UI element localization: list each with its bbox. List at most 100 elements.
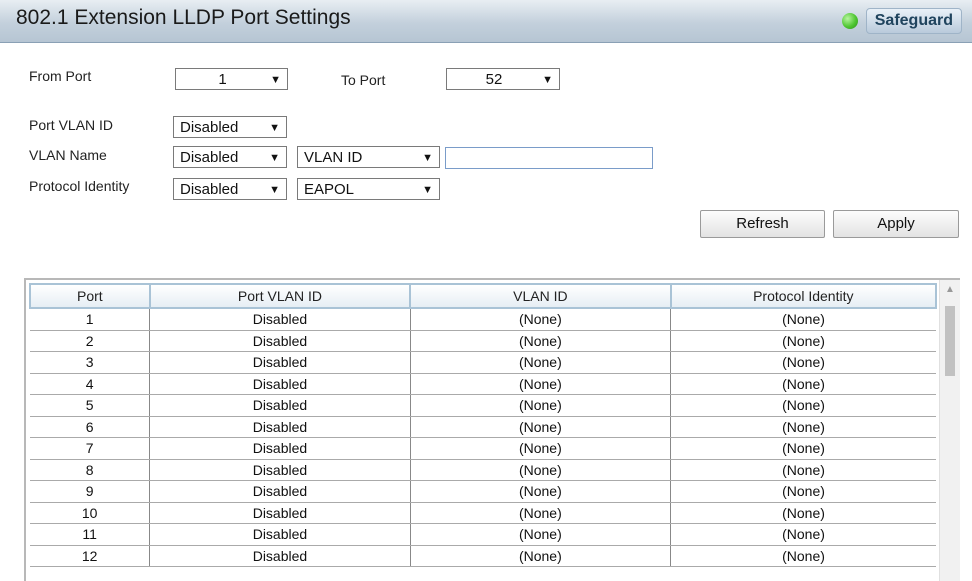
table-row: 12 Disabled (None) (None) bbox=[30, 545, 936, 567]
title-bar: 802.1 Extension LLDP Port Settings Safeg… bbox=[0, 0, 972, 43]
cell-port-vlan-id: Disabled bbox=[149, 394, 411, 417]
column-header-protocol-identity: Protocol Identity bbox=[669, 283, 938, 309]
protocol-identity-value: Disabled bbox=[180, 181, 239, 198]
cell-protocol-identity: (None) bbox=[670, 308, 936, 331]
cell-protocol-identity: (None) bbox=[670, 394, 936, 417]
cell-vlan-id: (None) bbox=[409, 437, 671, 460]
cell-vlan-id: (None) bbox=[409, 480, 671, 503]
cell-port-vlan-id: Disabled bbox=[149, 330, 411, 352]
cell-protocol-identity: (None) bbox=[670, 459, 936, 481]
cell-protocol-identity: (None) bbox=[670, 351, 936, 374]
port-vlan-id-label: Port VLAN ID bbox=[29, 117, 114, 133]
cell-vlan-id: (None) bbox=[409, 308, 671, 331]
port-vlan-id-value: Disabled bbox=[180, 119, 239, 136]
cell-port: 4 bbox=[30, 373, 150, 395]
cell-port: 1 bbox=[30, 308, 150, 331]
to-port-label: To Port bbox=[341, 72, 386, 88]
table-header-row: Port Port VLAN ID VLAN ID Protocol Ident… bbox=[29, 283, 938, 309]
table-row: 7 Disabled (None) (None) bbox=[30, 437, 936, 460]
cell-vlan-id: (None) bbox=[409, 330, 671, 352]
table-row: 4 Disabled (None) (None) bbox=[30, 373, 936, 395]
cell-protocol-identity: (None) bbox=[670, 373, 936, 395]
cell-port: 6 bbox=[30, 416, 150, 438]
refresh-button[interactable]: Refresh bbox=[700, 210, 825, 238]
cell-protocol-identity: (None) bbox=[670, 480, 936, 503]
vlan-name-type-value: VLAN ID bbox=[304, 149, 363, 166]
cell-protocol-identity: (None) bbox=[670, 330, 936, 352]
cell-port: 3 bbox=[30, 351, 150, 374]
protocol-type-value: EAPOL bbox=[304, 181, 355, 198]
vlan-name-select[interactable]: Disabled ▼ bbox=[173, 146, 287, 168]
cell-vlan-id: (None) bbox=[409, 502, 671, 524]
table-row: 3 Disabled (None) (None) bbox=[30, 351, 936, 374]
chevron-down-icon: ▼ bbox=[269, 184, 280, 196]
cell-protocol-identity: (None) bbox=[670, 502, 936, 524]
protocol-identity-label: Protocol Identity bbox=[29, 178, 130, 194]
table-row: 9 Disabled (None) (None) bbox=[30, 480, 936, 503]
chevron-down-icon: ▼ bbox=[422, 184, 433, 196]
cell-port-vlan-id: Disabled bbox=[149, 523, 411, 546]
cell-vlan-id: (None) bbox=[409, 459, 671, 481]
chevron-down-icon: ▼ bbox=[269, 152, 280, 164]
cell-port: 12 bbox=[30, 545, 150, 567]
cell-vlan-id: (None) bbox=[409, 416, 671, 438]
cell-port: 11 bbox=[30, 523, 150, 546]
port-vlan-id-select[interactable]: Disabled ▼ bbox=[173, 116, 287, 138]
cell-port-vlan-id: Disabled bbox=[149, 351, 411, 374]
vlan-name-label: VLAN Name bbox=[29, 147, 107, 163]
apply-button[interactable]: Apply bbox=[833, 210, 959, 238]
cell-port-vlan-id: Disabled bbox=[149, 416, 411, 438]
from-port-value: 1 bbox=[218, 71, 227, 88]
protocol-identity-select[interactable]: Disabled ▼ bbox=[173, 178, 287, 200]
chevron-down-icon: ▼ bbox=[270, 74, 281, 86]
cell-port: 7 bbox=[30, 437, 150, 460]
port-settings-table: Port Port VLAN ID VLAN ID Protocol Ident… bbox=[29, 283, 938, 567]
cell-port: 8 bbox=[30, 459, 150, 481]
chevron-down-icon: ▼ bbox=[269, 122, 280, 134]
vlan-name-value: Disabled bbox=[180, 149, 239, 166]
cell-port-vlan-id: Disabled bbox=[149, 437, 411, 460]
status-dot-icon bbox=[841, 13, 858, 29]
cell-port: 9 bbox=[30, 480, 150, 503]
cell-vlan-id: (None) bbox=[409, 394, 671, 417]
safeguard-indicator: Safeguard bbox=[841, 8, 962, 34]
table-row: 11 Disabled (None) (None) bbox=[30, 523, 936, 546]
column-header-port: Port bbox=[29, 283, 151, 309]
chevron-down-icon: ▼ bbox=[422, 152, 433, 164]
cell-protocol-identity: (None) bbox=[670, 523, 936, 546]
protocol-type-select[interactable]: EAPOL ▼ bbox=[297, 178, 440, 200]
cell-port-vlan-id: Disabled bbox=[149, 545, 411, 567]
table-scrollbar[interactable]: ▲ bbox=[939, 280, 960, 581]
table-row: 2 Disabled (None) (None) bbox=[30, 330, 936, 352]
table-row: 5 Disabled (None) (None) bbox=[30, 394, 936, 417]
cell-protocol-identity: (None) bbox=[670, 416, 936, 438]
scroll-up-arrow-icon[interactable]: ▲ bbox=[940, 284, 960, 295]
vlan-name-input[interactable] bbox=[445, 147, 653, 169]
cell-vlan-id: (None) bbox=[409, 545, 671, 567]
table-row: 10 Disabled (None) (None) bbox=[30, 502, 936, 524]
cell-port: 2 bbox=[30, 330, 150, 352]
to-port-value: 52 bbox=[485, 71, 503, 88]
vlan-name-type-select[interactable]: VLAN ID ▼ bbox=[297, 146, 440, 168]
cell-port-vlan-id: Disabled bbox=[149, 480, 411, 503]
cell-protocol-identity: (None) bbox=[670, 437, 936, 460]
safeguard-badge: Safeguard bbox=[865, 8, 962, 34]
table-row: 1 Disabled (None) (None) bbox=[30, 308, 936, 331]
table-row: 8 Disabled (None) (None) bbox=[30, 459, 936, 481]
page-title: 802.1 Extension LLDP Port Settings bbox=[16, 6, 351, 29]
table-row: 6 Disabled (None) (None) bbox=[30, 416, 936, 438]
cell-port: 10 bbox=[30, 502, 150, 524]
from-port-label: From Port bbox=[29, 68, 92, 84]
cell-port-vlan-id: Disabled bbox=[149, 459, 411, 481]
cell-vlan-id: (None) bbox=[409, 373, 671, 395]
cell-protocol-identity: (None) bbox=[670, 545, 936, 567]
to-port-select[interactable]: 52 ▼ bbox=[446, 68, 560, 90]
cell-port: 5 bbox=[30, 394, 150, 417]
scrollbar-thumb[interactable] bbox=[945, 306, 955, 376]
column-header-vlan-id: VLAN ID bbox=[409, 283, 672, 309]
from-port-select[interactable]: 1 ▼ bbox=[175, 68, 288, 90]
cell-port-vlan-id: Disabled bbox=[149, 373, 411, 395]
cell-port-vlan-id: Disabled bbox=[149, 502, 411, 524]
cell-port-vlan-id: Disabled bbox=[149, 308, 411, 331]
column-header-port-vlan-id: Port VLAN ID bbox=[148, 283, 412, 309]
